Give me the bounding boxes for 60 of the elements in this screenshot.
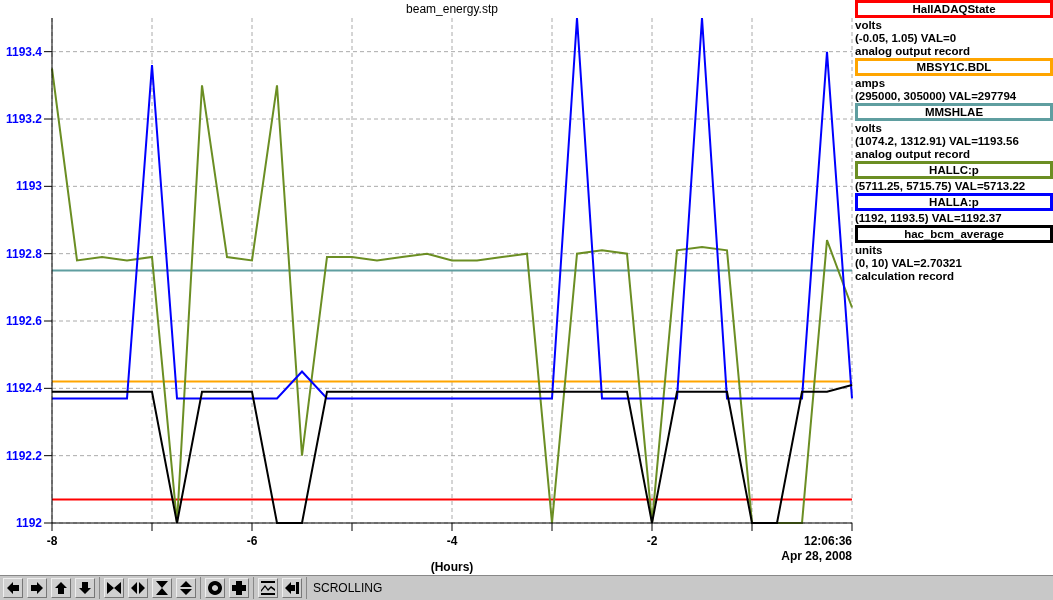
graph-icon (260, 580, 276, 596)
zoom-out-x-button[interactable] (128, 578, 148, 598)
legend-label[interactable]: MBSY1C.BDL (855, 58, 1053, 76)
legend-text: (-0.05, 1.05) VAL=0 (855, 32, 958, 45)
legend-text: (295000, 305000) VAL=297794 (855, 90, 1018, 103)
auto-scale-button[interactable] (205, 578, 225, 598)
scroll-button[interactable] (282, 578, 302, 598)
graph-button[interactable] (258, 578, 278, 598)
legend-text: (1192, 1193.5) VAL=1192.37 (855, 212, 1003, 225)
y-tick-label: 1192 (15, 516, 42, 530)
legend-label[interactable]: HallADAQState (855, 0, 1053, 18)
add-button[interactable] (229, 578, 249, 598)
up-down-triangles-icon (178, 580, 194, 596)
status-text: SCROLLING (313, 581, 383, 595)
arrow-to-bar-icon (284, 580, 300, 596)
chart-title: beam_energy.stp (406, 2, 498, 16)
y-tick-label: 1192.2 (5, 448, 42, 463)
y-tick-label: 1192.4 (5, 381, 42, 396)
y-tick-label: 1193.2 (5, 112, 42, 126)
up-arrow-icon (53, 580, 69, 596)
diamond-arrows-icon (130, 580, 146, 596)
legend-text: analog output record (855, 148, 971, 161)
pan-right-button[interactable] (27, 578, 47, 598)
end-date-label: Apr 28, 2008 (781, 549, 852, 563)
pan-up-button[interactable] (51, 578, 71, 598)
ring-icon (207, 580, 223, 596)
zoom-out-y-button[interactable] (176, 578, 196, 598)
legend-text: (1074.2, 1312.91) VAL=1193.56 (855, 135, 1020, 148)
down-arrow-icon (77, 580, 93, 596)
legend-text: calculation record (855, 270, 956, 283)
zoom-in-x-button[interactable] (104, 578, 124, 598)
legend-text: analog output record (855, 45, 971, 58)
x-tick-label: -8 (46, 534, 58, 548)
legend-text: amps (855, 77, 887, 90)
pan-left-button[interactable] (3, 578, 23, 598)
legend-label[interactable]: HALLA:p (855, 193, 1053, 211)
legend-label[interactable]: MMSHLAE (855, 103, 1053, 121)
y-tick-label: 1193 (15, 179, 42, 194)
x-tick-label: -4 (446, 534, 458, 548)
legend-text: volts (855, 122, 883, 135)
hourglass-icon (154, 580, 170, 596)
legend-text: (5711.25, 5715.75) VAL=5713.22 (855, 180, 1027, 193)
x-tick-label: -2 (646, 534, 658, 548)
right-arrow-icon (29, 580, 45, 596)
x-tick-label: -6 (246, 534, 258, 548)
left-arrow-icon (5, 580, 21, 596)
x-axis-label: (Hours) (430, 560, 474, 574)
y-tick-label: 1192.6 (5, 314, 42, 328)
plus-icon (231, 580, 247, 596)
legend-text: units (855, 244, 884, 257)
end-time-label: 12:06:36 (803, 534, 852, 548)
legend-text: volts (855, 19, 883, 32)
pan-down-button[interactable] (75, 578, 95, 598)
y-tick-label: 1193.4 (5, 44, 42, 59)
y-tick-label: 1192.8 (5, 246, 42, 261)
zoom-in-y-button[interactable] (152, 578, 172, 598)
bowtie-icon (106, 580, 122, 596)
legend-text: (0, 10) VAL=2.70321 (855, 257, 963, 270)
legend-label[interactable]: HALLC:p (855, 161, 1053, 179)
legend-label[interactable]: hac_bcm_average (855, 225, 1053, 243)
